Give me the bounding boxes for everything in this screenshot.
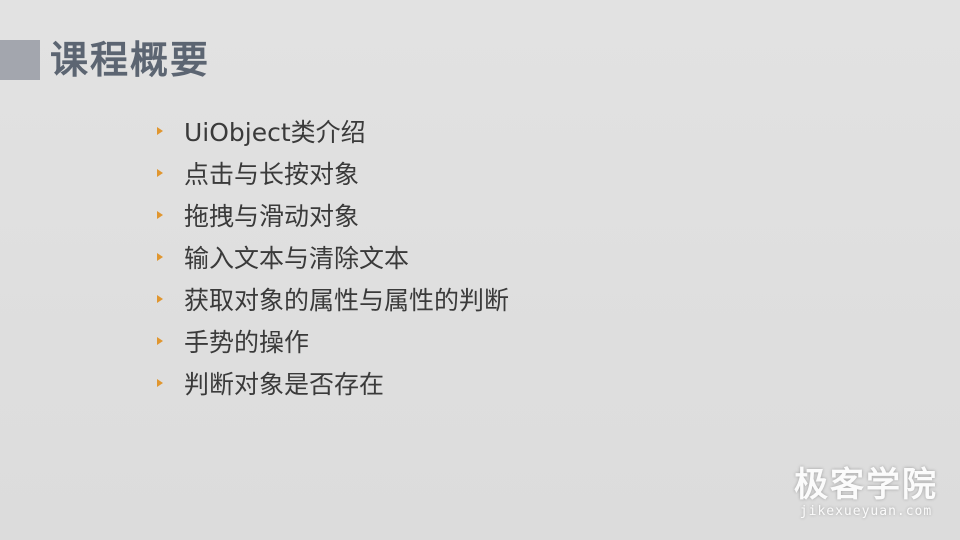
bullet-arrow-icon: [157, 211, 163, 219]
bullet-arrow-icon: [157, 379, 163, 387]
bullet-text: 判断对象是否存在: [184, 370, 385, 399]
bullet-text: 拖拽与滑动对象: [184, 202, 360, 231]
slide: 课程概要 UiObject类介绍 点击与长按对象 拖拽与滑动对象 输入文本与清除…: [0, 0, 960, 540]
bullet-item: 手势的操作: [155, 320, 509, 362]
watermark-url: jikexueyuan.com: [799, 504, 933, 519]
bullet-item: 点击与长按对象: [155, 152, 509, 194]
bullet-item: 获取对象的属性与属性的判断: [155, 278, 509, 320]
bullet-arrow-icon: [157, 337, 163, 345]
bullet-item: UiObject类介绍: [155, 110, 509, 152]
bullet-item: 判断对象是否存在: [155, 362, 509, 404]
slide-title: 课程概要: [50, 38, 211, 82]
bullet-list: UiObject类介绍 点击与长按对象 拖拽与滑动对象 输入文本与清除文本 获取…: [155, 110, 509, 404]
bullet-arrow-icon: [157, 253, 163, 261]
bullet-text: 点击与长按对象: [184, 160, 360, 189]
bullet-text: 手势的操作: [184, 328, 310, 357]
bullet-text: UiObject类介绍: [184, 118, 366, 147]
bullet-item: 拖拽与滑动对象: [155, 194, 509, 236]
bullet-arrow-icon: [157, 295, 163, 303]
bullet-text: 输入文本与清除文本: [184, 244, 410, 273]
bullet-arrow-icon: [157, 127, 163, 135]
bullet-arrow-icon: [157, 169, 163, 177]
bullet-text: 获取对象的属性与属性的判断: [184, 286, 510, 315]
watermark-logo: 极客学院 jikexueyuan.com: [794, 466, 938, 520]
title-accent-block: [0, 40, 40, 80]
bullet-item: 输入文本与清除文本: [155, 236, 509, 278]
watermark-name: 极客学院: [794, 465, 938, 505]
